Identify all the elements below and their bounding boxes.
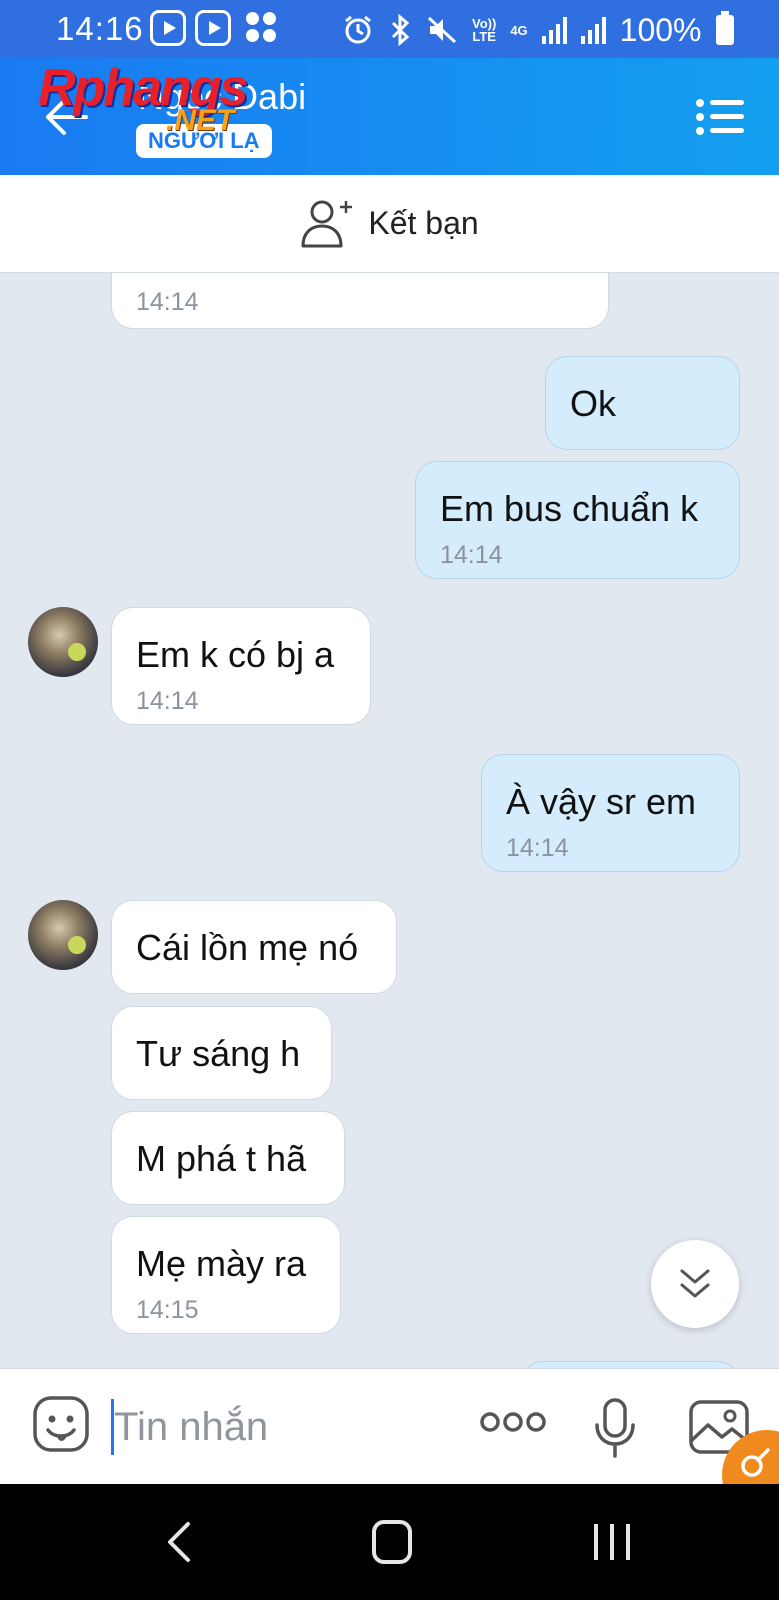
message-bubble-incoming[interactable]: Tư sáng h: [111, 1006, 332, 1100]
battery-icon: [715, 11, 734, 45]
message-bubble-outgoing[interactable]: Ok: [545, 356, 740, 450]
message-bubble-incoming[interactable]: 14:14: [111, 273, 609, 329]
message-time: 14:14: [506, 834, 569, 862]
message-composer: [0, 1368, 779, 1484]
message-bubble-outgoing[interactable]: À vậy sr em 14:14: [481, 754, 740, 872]
message-bubble-incoming[interactable]: M phá t hã: [111, 1111, 345, 1205]
message-list[interactable]: 14:14 Ok Em bus chuẩn k 14:14 Em k có bj…: [0, 273, 779, 1368]
alarm-icon: [345, 15, 371, 44]
message-bubble-outgoing[interactable]: Em bus chuẩn k 14:14: [415, 461, 740, 579]
video-app-icon: [150, 10, 186, 46]
message-text: Em bus chuẩn k: [440, 488, 699, 529]
message-bubble-incoming[interactable]: Cái lồn mẹ nó: [111, 900, 397, 994]
status-bar: 14:16 Vo)) LTE 4G 100%: [0, 0, 779, 58]
network-type-icon: 4G: [510, 22, 528, 38]
system-navigation-bar: [0, 1484, 779, 1600]
signal-icon: [541, 16, 567, 44]
contact-avatar[interactable]: [28, 900, 98, 970]
volte-icon: Vo)) LTE: [472, 16, 497, 44]
message-bubble-outgoing[interactable]: [521, 1361, 740, 1368]
nav-recents-icon[interactable]: [592, 1522, 632, 1562]
mute-icon: [427, 16, 457, 44]
bluetooth-icon: [391, 14, 410, 46]
message-bubble-incoming[interactable]: Mẹ mày ra 14:15: [111, 1216, 341, 1334]
message-text: À vậy sr em: [506, 781, 697, 822]
message-time: 14:14: [440, 541, 503, 569]
signal-icon: [580, 16, 606, 44]
message-input[interactable]: [114, 1391, 454, 1463]
video-app-icon: [195, 10, 231, 46]
menu-icon[interactable]: [696, 98, 744, 136]
battery-percent: 100%: [619, 11, 702, 48]
nav-home-button[interactable]: [372, 1520, 412, 1564]
double-chevron-down-icon: [680, 1269, 710, 1298]
add-friend-label: Kết bạn: [368, 205, 479, 241]
add-friend-icon: [301, 200, 353, 247]
message-time: 14:15: [136, 1296, 199, 1324]
emoji-icon[interactable]: [32, 1395, 90, 1453]
message-text: Tư sáng h: [136, 1033, 301, 1074]
apps-grid-icon: [246, 12, 278, 44]
add-friend-button[interactable]: Kết bạn: [0, 175, 779, 273]
message-time: 14:14: [136, 687, 199, 715]
message-text: Mẹ mày ra: [136, 1243, 307, 1284]
message-text: Em k có bj a: [136, 634, 335, 675]
nav-back-icon[interactable]: [160, 1520, 200, 1564]
more-options-icon[interactable]: [480, 1409, 546, 1435]
watermark-logo-suffix: .NET: [166, 104, 235, 137]
microphone-icon[interactable]: [592, 1397, 638, 1459]
status-time: 14:16: [56, 10, 144, 47]
message-text: Cái lồn mẹ nó: [136, 927, 359, 968]
message-bubble-incoming[interactable]: Em k có bj a 14:14: [111, 607, 371, 725]
message-text: M phá t hã: [136, 1138, 307, 1179]
link-icon: [741, 1448, 770, 1477]
message-text: Ok: [570, 383, 617, 424]
message-time: 14:14: [136, 288, 199, 316]
contact-avatar[interactable]: [28, 607, 98, 677]
chat-header: Ngọc Dabi NGƯỜI LẠ Rphangs .NET: [0, 58, 779, 175]
scroll-to-bottom-button[interactable]: [651, 1240, 739, 1328]
